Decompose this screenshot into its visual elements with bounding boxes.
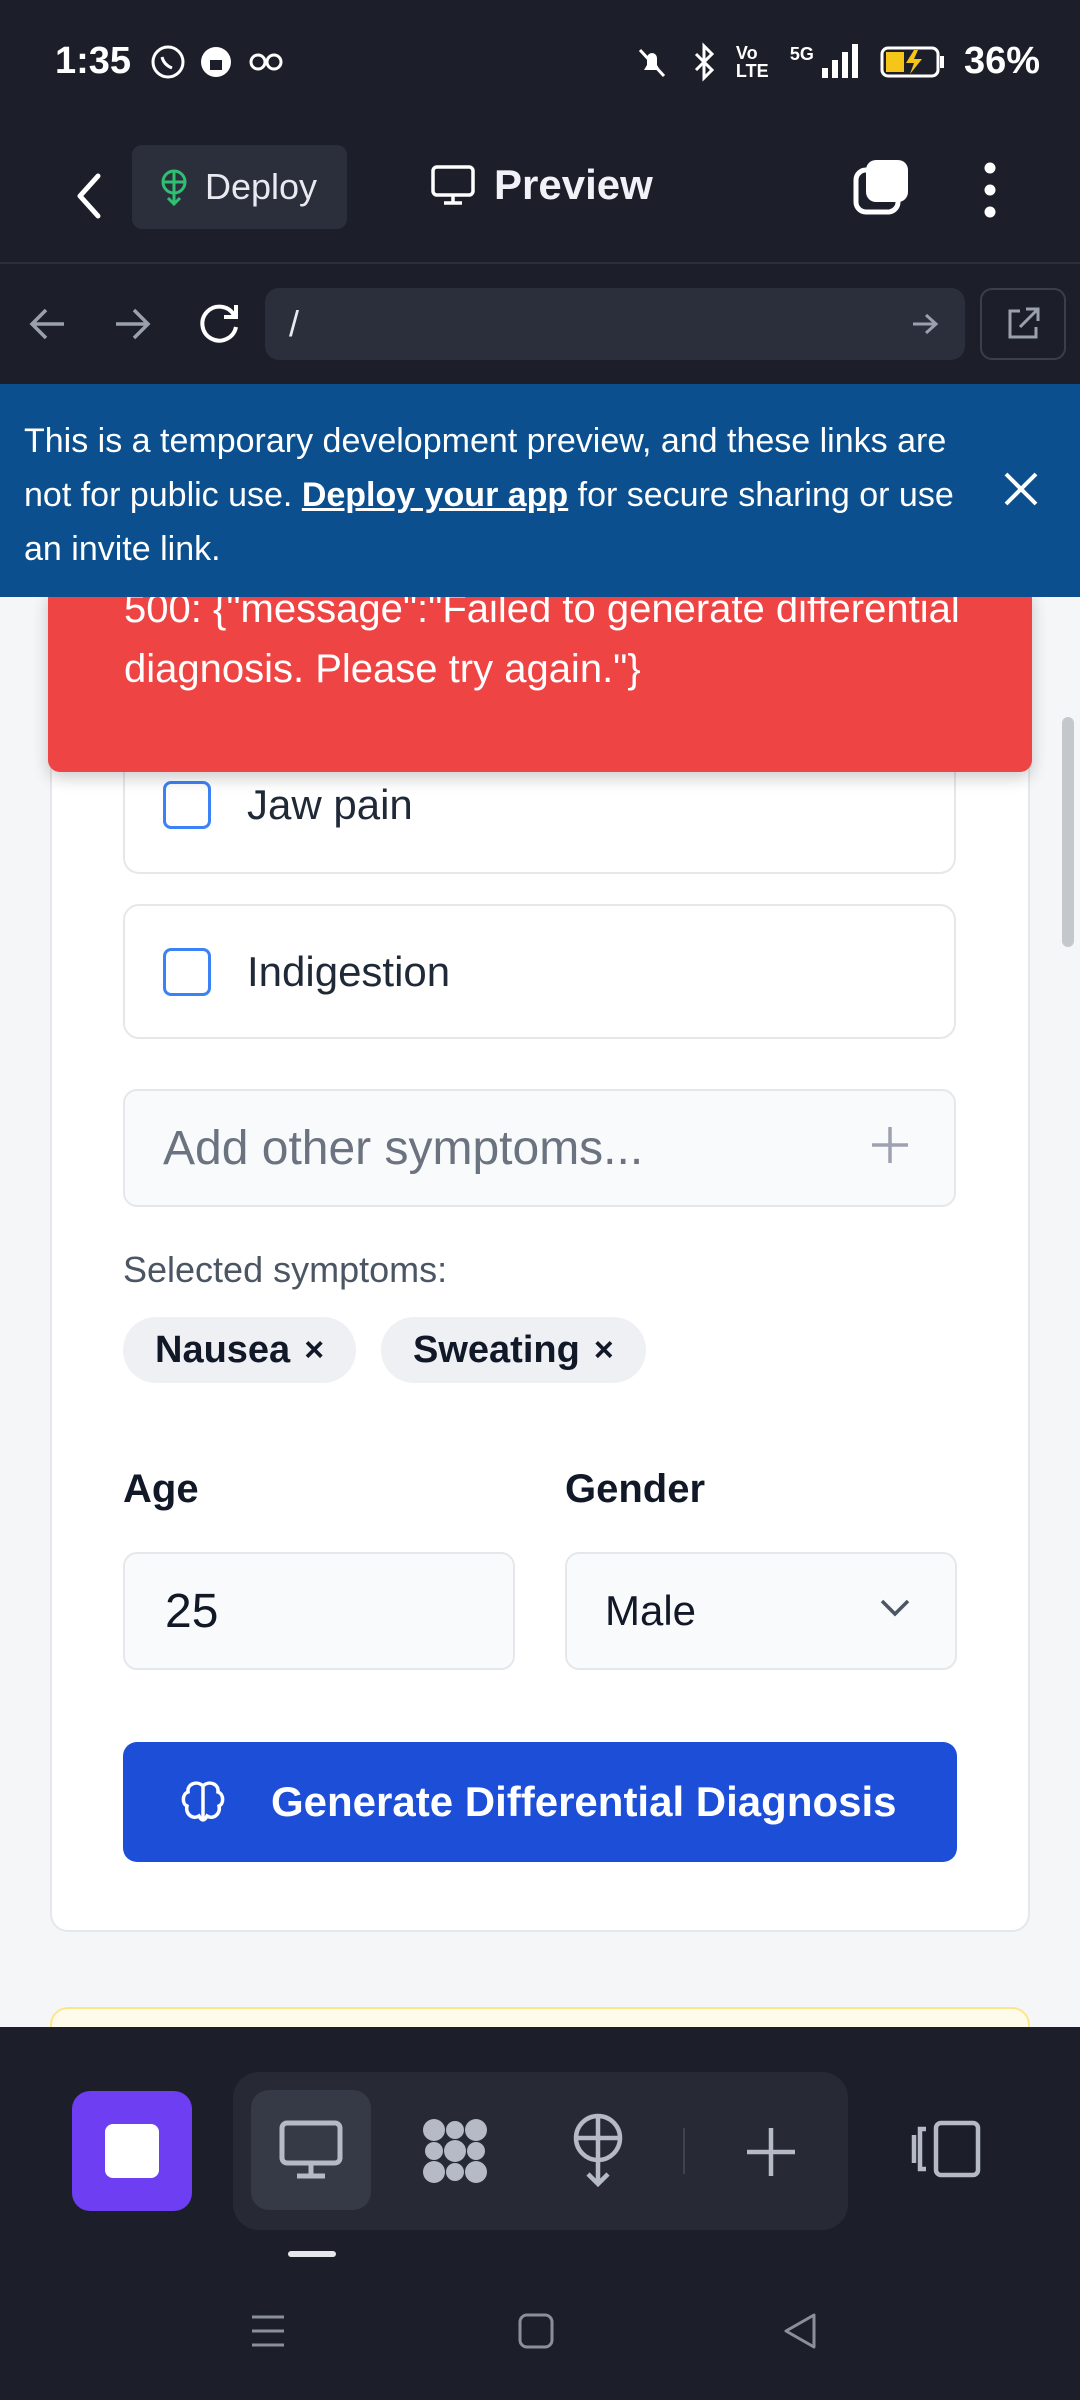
stop-button[interactable] bbox=[72, 2091, 192, 2211]
age-label: Age bbox=[123, 1467, 199, 1511]
network-type: 5G bbox=[789, 44, 814, 64]
tabs-icon[interactable] bbox=[852, 158, 912, 218]
symptom-chip-sweating: Sweating × bbox=[381, 1317, 646, 1383]
deploy-button[interactable]: Deploy bbox=[132, 145, 347, 229]
deploy-label: Deploy bbox=[205, 166, 318, 207]
more-options-icon[interactable] bbox=[975, 158, 1005, 222]
whatsapp-icon bbox=[151, 45, 185, 79]
chip-label: Sweating bbox=[413, 1328, 580, 1371]
status-icons: Vo LTE 5G 36% bbox=[632, 40, 1040, 83]
battery-percent: 36% bbox=[963, 40, 1040, 82]
recent-apps-icon[interactable] bbox=[248, 2311, 288, 2351]
back-icon[interactable] bbox=[60, 166, 120, 226]
generate-diagnosis-button[interactable]: Generate Differential Diagnosis bbox=[123, 1742, 957, 1862]
mute-icon bbox=[638, 48, 666, 77]
preview-label: Preview bbox=[494, 161, 653, 208]
toolbar-divider bbox=[683, 2128, 685, 2174]
app-header: Deploy Preview bbox=[0, 128, 1080, 264]
signal-icon bbox=[821, 43, 858, 78]
deploy-tool-icon[interactable] bbox=[568, 2112, 628, 2188]
scrollbar[interactable] bbox=[1062, 717, 1074, 947]
nav-forward-icon[interactable] bbox=[112, 304, 152, 344]
url-bar: / bbox=[0, 266, 1080, 384]
gender-value: Male bbox=[605, 1587, 697, 1634]
notification-icons bbox=[150, 44, 286, 80]
preview-tool-button[interactable] bbox=[251, 2090, 371, 2210]
chip-label: Nausea bbox=[155, 1328, 291, 1371]
volte-indicator: Vo LTE bbox=[735, 42, 769, 81]
bluetooth-icon bbox=[694, 41, 715, 82]
tool-group bbox=[233, 2072, 848, 2230]
url-text: / bbox=[289, 303, 300, 344]
lock-app-icon bbox=[201, 47, 231, 77]
checkbox[interactable] bbox=[163, 947, 211, 996]
symptom-option-indigestion[interactable]: Indigestion bbox=[123, 904, 956, 1039]
url-go-icon[interactable] bbox=[909, 308, 941, 340]
status-bar: 1:35 Vo LTE 5G 36% bbox=[0, 0, 1080, 128]
bottom-toolbar bbox=[0, 2027, 1080, 2267]
add-symptom-input[interactable]: Add other symptoms... bbox=[123, 1089, 956, 1207]
plus-icon[interactable] bbox=[868, 1123, 912, 1167]
battery-icon bbox=[880, 46, 944, 77]
reload-icon[interactable] bbox=[196, 301, 242, 347]
system-nav-bar bbox=[0, 2267, 1080, 2400]
brain-icon bbox=[181, 1781, 225, 1822]
status-time: 1:35 bbox=[55, 40, 132, 82]
infinity-icon bbox=[249, 53, 283, 71]
disclaimer-card bbox=[50, 2007, 1030, 2027]
add-symptom-placeholder: Add other symptoms... bbox=[163, 1121, 644, 1175]
chevron-down-icon bbox=[880, 1599, 910, 1617]
home-icon[interactable] bbox=[516, 2311, 556, 2351]
error-toast: 500: {"message":"Failed to generate diff… bbox=[48, 597, 1032, 772]
monitor-icon bbox=[279, 2120, 343, 2179]
age-input[interactable]: 25 bbox=[123, 1552, 515, 1670]
url-input[interactable]: / bbox=[265, 288, 965, 360]
open-external-button[interactable] bbox=[980, 288, 1066, 360]
active-tool-indicator bbox=[288, 2251, 336, 2257]
dev-preview-banner: This is a temporary development preview,… bbox=[0, 384, 1080, 597]
workspace-icon[interactable] bbox=[418, 2114, 492, 2188]
monitor-icon bbox=[431, 165, 475, 205]
symptom-chip-nausea: Nausea × bbox=[123, 1317, 357, 1383]
symptom-label: Jaw pain bbox=[247, 780, 413, 828]
error-message: 500: {"message":"Failed to generate diff… bbox=[124, 597, 960, 691]
remove-chip-icon[interactable]: × bbox=[594, 1331, 614, 1370]
nav-back-icon[interactable] bbox=[28, 304, 68, 344]
stop-icon bbox=[105, 2124, 159, 2178]
symptom-label: Indigestion bbox=[247, 947, 451, 995]
preview-tab[interactable]: Preview bbox=[430, 161, 653, 209]
external-link-icon bbox=[1008, 307, 1040, 339]
app-preview: 500: {"message":"Failed to generate diff… bbox=[0, 597, 1080, 2027]
gender-select[interactable]: Male bbox=[565, 1552, 957, 1670]
age-value: 25 bbox=[165, 1584, 219, 1638]
generate-button-label: Generate Differential Diagnosis bbox=[271, 1778, 897, 1825]
add-tool-icon[interactable] bbox=[743, 2124, 799, 2180]
selected-symptoms-label: Selected symptoms: bbox=[123, 1249, 448, 1290]
checkbox[interactable] bbox=[163, 780, 211, 829]
close-icon[interactable] bbox=[1002, 470, 1040, 508]
panel-toggle-icon[interactable] bbox=[910, 2119, 982, 2179]
deploy-icon bbox=[161, 169, 187, 206]
system-back-icon[interactable] bbox=[780, 2311, 820, 2351]
remove-chip-icon[interactable]: × bbox=[304, 1331, 324, 1370]
gender-label: Gender bbox=[565, 1467, 706, 1511]
deploy-your-app-link[interactable]: Deploy your app bbox=[302, 476, 568, 514]
